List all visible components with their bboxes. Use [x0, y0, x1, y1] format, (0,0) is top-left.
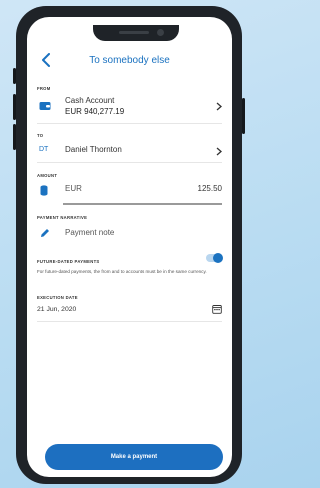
- speaker: [119, 31, 149, 34]
- execution-date-value: 21 Jun, 2020: [37, 306, 77, 313]
- amount-underline: [63, 203, 222, 205]
- amount-field[interactable]: EUR 125.50: [27, 179, 232, 201]
- amount-currency: EUR: [65, 184, 82, 193]
- from-account-balance: EUR 940,277.19: [65, 107, 125, 116]
- divider: [37, 162, 222, 163]
- volume-down-button: [13, 124, 16, 150]
- recipient-initials: DT: [39, 146, 49, 153]
- power-button: [242, 98, 245, 134]
- future-payments-help: For future-dated payments, the from and …: [37, 269, 207, 274]
- calendar-icon: [212, 305, 222, 314]
- from-account-selector[interactable]: Cash Account EUR 940,277.19: [27, 92, 232, 122]
- future-payments-label: FUTURE-DATED PAYMENTS: [37, 259, 100, 264]
- volume-up-button: [13, 94, 16, 120]
- chevron-right-icon: [216, 102, 222, 111]
- to-recipient-selector[interactable]: DT Daniel Thornton: [27, 141, 232, 161]
- app-screen: To somebody else FROM Cash Account EUR 9…: [27, 17, 232, 477]
- make-payment-button[interactable]: Make a payment: [45, 444, 223, 470]
- from-account-name: Cash Account: [65, 96, 115, 105]
- notch: [93, 25, 179, 41]
- camera: [157, 29, 164, 36]
- page-title: To somebody else: [89, 55, 170, 66]
- coins-icon: [40, 185, 48, 196]
- payment-note-placeholder: Payment note: [65, 228, 115, 237]
- mute-switch: [13, 68, 16, 84]
- amount-label: AMOUNT: [37, 173, 58, 178]
- wallet-icon: [39, 102, 51, 110]
- narrative-label: PAYMENT NARRATIVE: [37, 215, 88, 220]
- execution-date-field[interactable]: 21 Jun, 2020: [27, 303, 232, 319]
- from-label: FROM: [37, 86, 51, 91]
- payment-note-input[interactable]: Payment note: [27, 224, 232, 244]
- toggle-knob: [213, 253, 223, 263]
- header: To somebody else: [27, 47, 232, 75]
- recipient-name: Daniel Thornton: [65, 145, 122, 154]
- divider: [37, 123, 222, 124]
- phone-frame: To somebody else FROM Cash Account EUR 9…: [13, 6, 245, 484]
- future-payments-toggle[interactable]: [206, 253, 223, 263]
- chevron-right-icon: [216, 147, 222, 156]
- amount-value: 125.50: [197, 184, 222, 193]
- pencil-icon: [41, 229, 49, 237]
- execution-date-label: EXECUTION DATE: [37, 295, 78, 300]
- to-label: TO: [37, 133, 44, 138]
- divider: [37, 321, 222, 322]
